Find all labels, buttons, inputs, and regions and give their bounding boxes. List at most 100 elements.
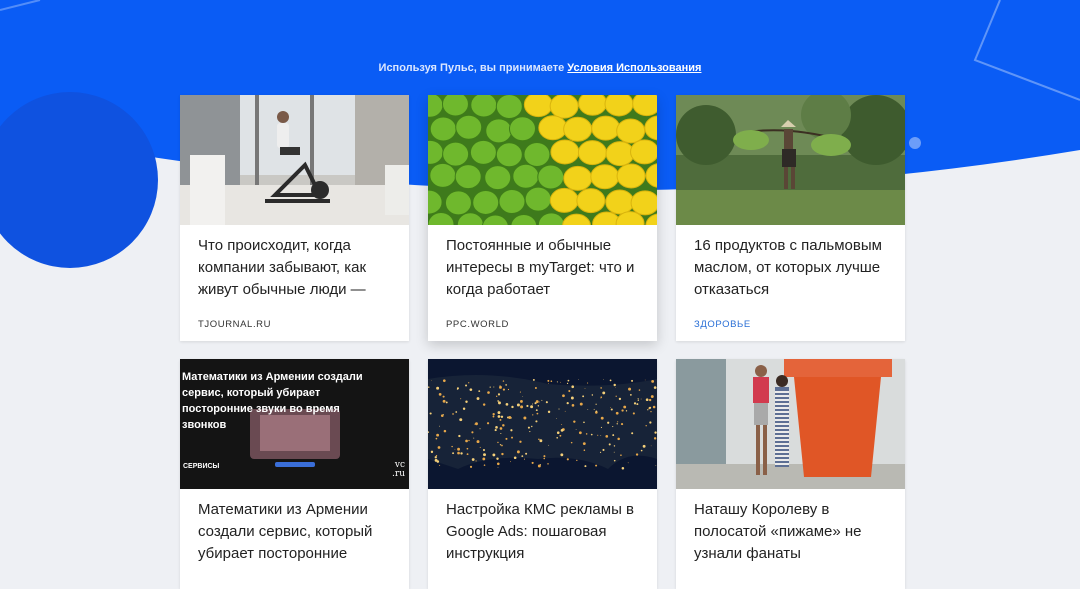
city-light	[615, 411, 619, 415]
city-light	[653, 437, 657, 440]
city-light	[505, 437, 508, 440]
city-light	[570, 441, 573, 444]
news-card[interactable]: Постоянные и обычные интересы в myTarget…	[428, 95, 657, 341]
news-card[interactable]: Наташу Королеву в полосатой «пижаме» не …	[676, 359, 905, 589]
city-light	[516, 403, 520, 407]
city-light	[640, 449, 643, 452]
city-light	[566, 401, 569, 405]
city-light	[460, 398, 462, 400]
city-light	[492, 413, 495, 416]
news-card-title[interactable]: Наташу Королеву в полосатой «пижаме» не …	[676, 491, 905, 565]
lemon-shape	[616, 163, 646, 189]
city-light	[647, 409, 649, 411]
city-light	[600, 426, 603, 429]
city-light	[578, 378, 579, 380]
lemon-shape	[549, 95, 579, 119]
city-light	[496, 457, 499, 460]
city-light	[492, 453, 496, 457]
city-light	[499, 418, 502, 421]
city-light	[482, 448, 486, 452]
city-light	[583, 449, 586, 451]
city-light	[654, 431, 657, 434]
city-light	[538, 438, 540, 440]
city-light	[655, 465, 657, 466]
city-light	[443, 429, 447, 433]
city-light	[497, 393, 501, 396]
city-light	[478, 390, 481, 393]
news-card-source[interactable]: ЗДОРОВЬЕ	[694, 319, 751, 330]
city-light	[612, 434, 615, 436]
city-light	[468, 439, 470, 442]
city-light	[511, 436, 513, 439]
news-card[interactable]: Что происходит, когда компании забывают,…	[180, 95, 409, 341]
news-card-title[interactable]: Что происходит, когда компании забывают,…	[180, 227, 409, 301]
city-light	[651, 379, 655, 383]
city-light	[625, 410, 628, 412]
city-light	[566, 382, 569, 384]
news-card-title[interactable]: Постоянные и обычные интересы в myTarget…	[428, 227, 657, 301]
city-light	[623, 405, 627, 409]
lime-shape	[429, 162, 457, 188]
city-light	[621, 409, 624, 412]
city-light	[531, 403, 533, 405]
city-light	[600, 387, 602, 389]
city-light	[650, 411, 652, 413]
city-light	[631, 379, 634, 382]
city-light	[435, 437, 438, 440]
city-light	[609, 379, 612, 382]
city-light	[602, 391, 606, 395]
city-light	[465, 439, 468, 443]
city-light	[633, 402, 637, 405]
city-light	[650, 445, 652, 447]
city-light	[499, 385, 502, 389]
city-light	[494, 429, 497, 432]
city-light	[500, 432, 502, 435]
city-light	[493, 386, 495, 388]
city-light	[475, 422, 478, 426]
lime-shape	[442, 141, 470, 167]
city-light	[547, 410, 551, 414]
city-light	[530, 405, 534, 409]
city-light	[605, 435, 609, 438]
city-light	[523, 416, 527, 420]
city-light	[631, 432, 634, 435]
news-card-source[interactable]: TJOURNAL.RU	[198, 319, 271, 330]
city-light	[445, 401, 448, 404]
city-light	[627, 462, 629, 464]
city-light	[508, 415, 512, 419]
city-light	[466, 453, 469, 456]
city-light	[582, 442, 586, 446]
city-light	[496, 395, 498, 397]
night-map-usa-photo	[428, 359, 657, 489]
city-light	[545, 401, 548, 404]
city-light	[561, 424, 563, 425]
city-light	[486, 422, 490, 425]
city-light	[567, 379, 570, 382]
city-light	[483, 453, 486, 457]
news-card[interactable]: Настройка КМС рекламы в Google Ads: поша…	[428, 359, 657, 589]
lime-shape	[495, 95, 523, 120]
news-card-source[interactable]: PPC.WORLD	[446, 319, 509, 330]
city-light	[535, 409, 538, 412]
city-light	[536, 412, 539, 415]
news-card[interactable]: 16 продуктов с пальмовым маслом, от кото…	[676, 95, 905, 341]
city-light	[543, 457, 546, 460]
lime-shape	[512, 163, 540, 189]
news-card-title[interactable]: Настройка КМС рекламы в Google Ads: поша…	[428, 491, 657, 565]
city-light	[452, 452, 455, 455]
lemon-shape	[577, 140, 607, 166]
news-card[interactable]: Математики из Армении создали сервис, ко…	[180, 359, 409, 589]
city-light	[505, 402, 509, 406]
city-light	[513, 456, 517, 460]
news-card-title[interactable]: 16 продуктов с пальмовым маслом, от кото…	[676, 227, 905, 301]
city-light	[430, 380, 432, 381]
city-light	[465, 384, 468, 387]
city-light	[587, 409, 589, 410]
news-card-title[interactable]: Математики из Армении создали сервис, ко…	[180, 491, 409, 565]
lime-shape	[441, 95, 469, 117]
limes-and-lemons-photo	[428, 95, 657, 225]
farmer-carrying-rice-photo	[676, 95, 905, 225]
city-light	[531, 461, 534, 465]
terms-link[interactable]: Условия Использования	[567, 62, 701, 74]
city-light	[442, 379, 446, 383]
